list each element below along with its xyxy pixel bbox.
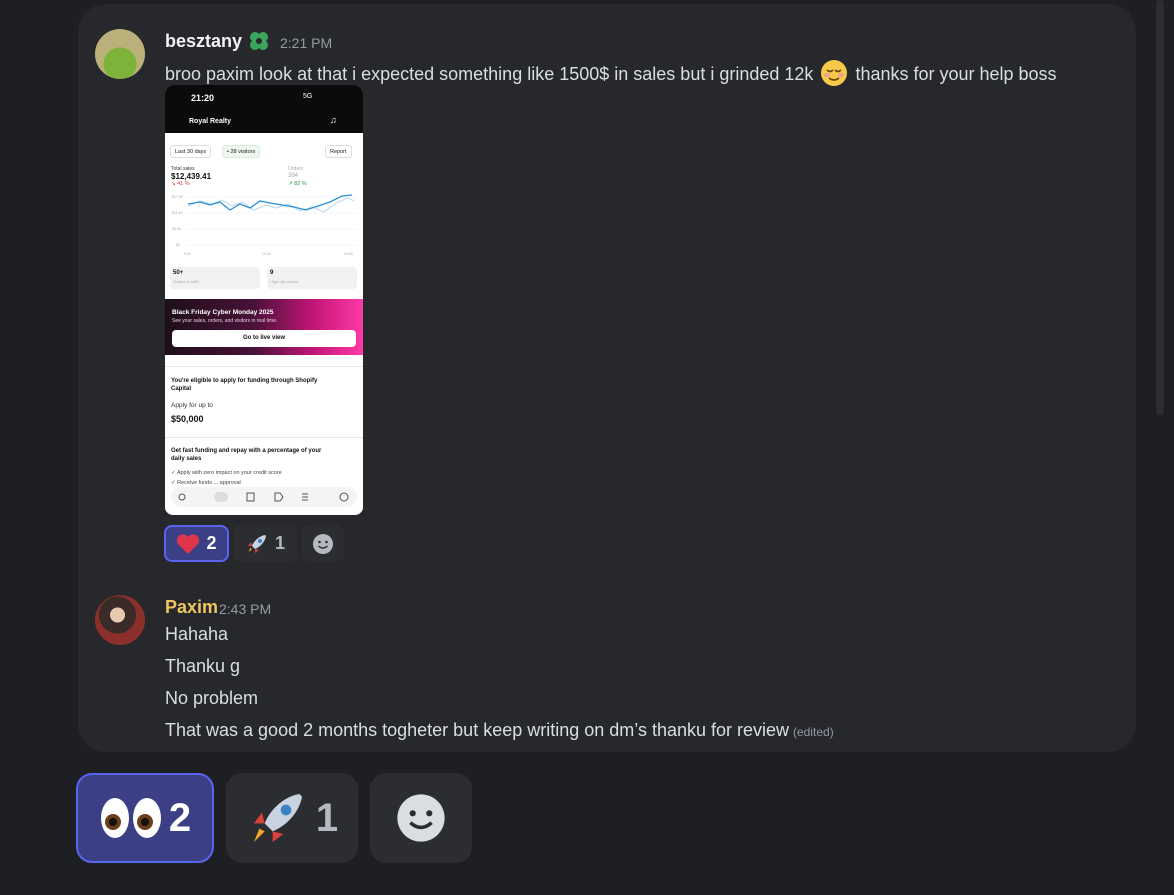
x-tick: 10:00 [262, 252, 271, 256]
report-button: Report [325, 145, 352, 158]
card-value: 50+ [173, 270, 184, 276]
phone-bottom-nav [171, 487, 357, 507]
message-text: broo paxim look at that i expected somet… [165, 59, 1057, 87]
orders-value: 394 [288, 173, 299, 179]
image-attachment[interactable]: 21:20 5G Royal Realty ♫ Last 30 days • 2… [165, 85, 363, 515]
orders-label: Orders [288, 166, 304, 172]
reaction-count: 1 [315, 795, 339, 840]
reaction-heart[interactable]: 2 [164, 525, 229, 562]
add-reaction-icon [313, 533, 333, 554]
x-tick: 10:00 [344, 252, 353, 256]
apply-amount: $50,000 [171, 414, 204, 424]
live-view-button: Go to live view [172, 330, 356, 347]
funding-title: You're eligible to apply for funding thr… [171, 378, 318, 392]
add-reaction-button[interactable] [370, 773, 472, 863]
rocket-emoji [253, 794, 302, 842]
apply-label: Apply for up to [171, 402, 213, 409]
timestamp: 2:21 PM [280, 35, 333, 51]
store-name: Royal Realty [189, 118, 232, 125]
clover-badge-icon [250, 32, 268, 50]
reaction-rocket[interactable]: 1 [226, 773, 358, 863]
x-tick: 9:00 [184, 252, 191, 256]
checklist-item: ✓ Receive funds ... approval [171, 480, 241, 486]
orders-change: ↗ 82 % [288, 181, 307, 187]
message-text-part: thanks for your help boss [855, 64, 1057, 84]
reaction-eyes[interactable]: 2 [76, 773, 214, 863]
reaction-count: 2 [206, 533, 217, 553]
signal-icon: 5G [303, 93, 313, 100]
username[interactable]: besztany [165, 31, 242, 52]
card-label: Orders to fulfill [173, 279, 199, 284]
message-text: That was a good 2 months togheter but ke… [165, 720, 834, 741]
divider [165, 366, 363, 367]
message-text-part: broo paxim look at that i expected somet… [165, 64, 814, 84]
reaction-count: 2 [168, 795, 192, 840]
message-text: Thanku g [165, 656, 241, 676]
y-tick: $0 [176, 243, 180, 247]
period-filter: Last 30 days [170, 145, 212, 158]
card-value: 9 [270, 270, 274, 276]
add-reaction-button[interactable] [302, 525, 344, 562]
timestamp: 2:43 PM [219, 601, 272, 617]
message-text: No problem [165, 688, 259, 708]
orders-to-fulfill-card: 50+ Orders to fulfill [170, 267, 260, 289]
phone-header: 21:20 5G Royal Realty ♫ [165, 85, 363, 133]
checklist-item: ✓ Apply with zero impact on your credit … [171, 470, 282, 476]
avatar[interactable] [95, 29, 145, 79]
phone-clock: 21:20 [191, 93, 215, 103]
divider [165, 437, 363, 438]
reaction-rocket[interactable]: 1 [233, 525, 297, 562]
relieved-face-emoji [821, 60, 848, 86]
y-tick: $5.8K [172, 227, 182, 231]
heart-emoji [177, 533, 200, 554]
edited-label: (edited) [793, 725, 834, 739]
card-label: High risk orders [270, 279, 299, 284]
message-text: Hahaha [165, 624, 229, 644]
fast-funding-title: Get fast funding and repay with a percen… [171, 448, 322, 462]
eyes-emoji [100, 798, 161, 838]
username[interactable]: Paxim [165, 597, 218, 618]
message-text-part: That was a good 2 months togheter but ke… [165, 720, 790, 740]
add-reaction-icon [397, 794, 445, 842]
scrollbar[interactable] [1156, 0, 1164, 415]
sales-chart: $17.5K $11.4K $5.8K $0 9:00 10:00 10:00 [172, 194, 358, 256]
total-sales-value: $12,439.41 [171, 172, 212, 181]
reaction-count: 1 [274, 533, 285, 553]
y-tick: $17.5K [172, 195, 184, 199]
high-risk-orders-card: 9 High risk orders [267, 267, 357, 289]
visitors-filter: • 28 visitors [222, 145, 261, 158]
bell-icon: ♫ [330, 115, 337, 125]
rocket-emoji [247, 534, 266, 553]
y-tick: $11.4K [172, 211, 183, 215]
nav-icons [178, 492, 349, 502]
banner-title: Black Friday Cyber Monday 2025 [172, 309, 274, 316]
banner-subtitle: See your sales, orders, and visitors in … [172, 318, 278, 324]
avatar[interactable] [95, 595, 145, 645]
total-sales-change: ↘ 41 % [171, 181, 190, 187]
